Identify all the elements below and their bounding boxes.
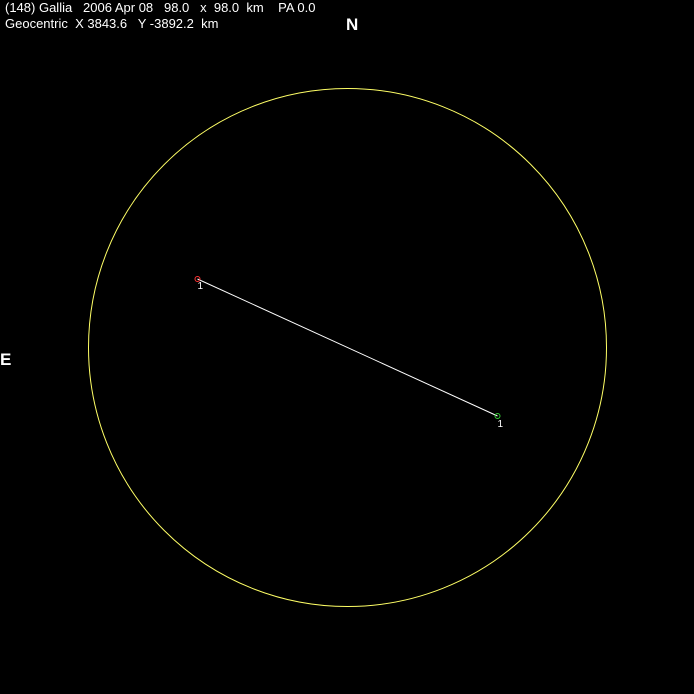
diagram-canvas: 1 1 xyxy=(88,88,607,607)
chord-end-label-1: 1 xyxy=(498,419,504,430)
occultation-diagram: (148) Gallia 2006 Apr 08 98.0 x 98.0 km … xyxy=(0,0,694,694)
chord-start-label-1: 1 xyxy=(198,281,204,292)
chord-line-1 xyxy=(197,278,498,417)
